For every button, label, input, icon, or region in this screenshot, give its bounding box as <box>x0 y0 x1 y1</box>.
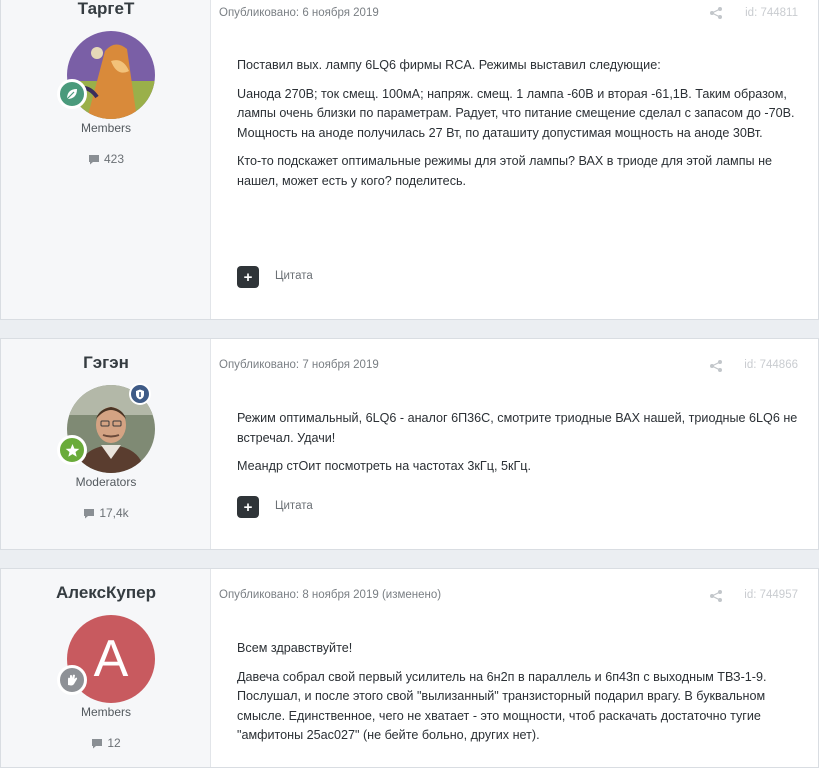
post-content: Опубликовано: 8 ноября 2019 (изменено) i… <box>211 569 818 767</box>
quote-button[interactable]: Цитата <box>275 500 313 512</box>
post-id: id: 744866 <box>744 359 798 371</box>
author-panel: Гэгэн Moderators 17,4k <box>1 339 211 549</box>
quote-plus-button[interactable]: + <box>237 496 259 518</box>
author-name[interactable]: ТаргеТ <box>1 0 211 19</box>
share-icon[interactable] <box>710 360 722 372</box>
post-2: Гэгэн Moderators 17,4k Опубликовано: 7 н… <box>0 338 819 550</box>
plus-icon: + <box>243 268 253 286</box>
post-count-value: 12 <box>107 736 121 750</box>
member-group: Moderators <box>75 475 137 489</box>
paragraph: Кто-то подскажет оптимальные режимы для … <box>237 154 773 188</box>
post-id: id: 744811 <box>745 7 798 19</box>
avatar-letter: A <box>93 630 129 688</box>
moderator-badge <box>129 383 151 405</box>
post-count-value: 17,4k <box>99 506 129 520</box>
author-panel: АлексКупер A Members 12 <box>1 569 211 767</box>
published-date[interactable]: Опубликовано: 7 ноября 2019 <box>219 359 379 371</box>
author-name[interactable]: АлексКупер <box>1 583 211 603</box>
quote-button[interactable]: Цитата <box>275 270 313 282</box>
post-1: ТаргеТ Members 423 Опубликовано: 6 ноябр… <box>0 0 819 320</box>
post-3: АлексКупер A Members 12 Опубликовано: 8 … <box>0 568 819 768</box>
post-count: 423 <box>1 152 211 166</box>
paragraph: Давеча собрал свой первый усилитель на 6… <box>237 669 767 743</box>
paragraph: Режим оптимальный, 6LQ6 - аналог 6П36С, … <box>237 411 798 445</box>
member-group: Members <box>80 121 131 135</box>
post-content: Опубликовано: 6 ноября 2019 id: 744811 П… <box>211 0 818 319</box>
post-count-value: 423 <box>103 152 125 166</box>
post-id: id: 744957 <box>744 589 798 601</box>
published-date[interactable]: Опубликовано: 8 ноября 2019 (изменено) <box>219 589 441 601</box>
paragraph: Всем здравствуйте! <box>237 641 353 655</box>
post-body: Поставил вых. лампу 6LQ6 фирмы RCA. Режи… <box>237 56 800 200</box>
hand-icon <box>68 674 78 686</box>
rank-badge <box>57 665 87 695</box>
post-count: 12 <box>1 736 211 750</box>
author-panel: ТаргеТ Members 423 <box>1 0 211 319</box>
quote-plus-button[interactable]: + <box>237 266 259 288</box>
paragraph: Меандр стОит посмотреть на частотах 3кГц… <box>237 459 531 473</box>
rank-badge <box>57 79 87 109</box>
post-body: Режим оптимальный, 6LQ6 - аналог 6П36С, … <box>237 409 800 486</box>
post-body: Всем здравствуйте! Давеча собрал свой пе… <box>237 639 800 755</box>
leaf-icon <box>66 89 77 100</box>
post-count: 17,4k <box>1 506 211 520</box>
share-icon[interactable] <box>710 590 722 602</box>
comment-icon <box>92 738 103 748</box>
comment-icon <box>84 508 95 518</box>
comment-icon <box>88 154 99 164</box>
rank-badge <box>57 435 87 465</box>
member-group: Members <box>80 705 131 719</box>
paragraph: Поставил вых. лампу 6LQ6 фирмы RCA. Режи… <box>237 58 661 72</box>
published-date[interactable]: Опубликовано: 6 ноября 2019 <box>219 7 379 19</box>
paragraph: Uанода 270В; ток смещ. 100мА; напряж. см… <box>237 86 795 140</box>
star-icon <box>65 443 79 457</box>
post-content: Опубликовано: 7 ноября 2019 id: 744866 Р… <box>211 339 818 549</box>
share-icon[interactable] <box>710 7 722 19</box>
shield-icon <box>136 389 144 399</box>
author-name[interactable]: Гэгэн <box>1 353 211 373</box>
plus-icon: + <box>243 498 253 516</box>
